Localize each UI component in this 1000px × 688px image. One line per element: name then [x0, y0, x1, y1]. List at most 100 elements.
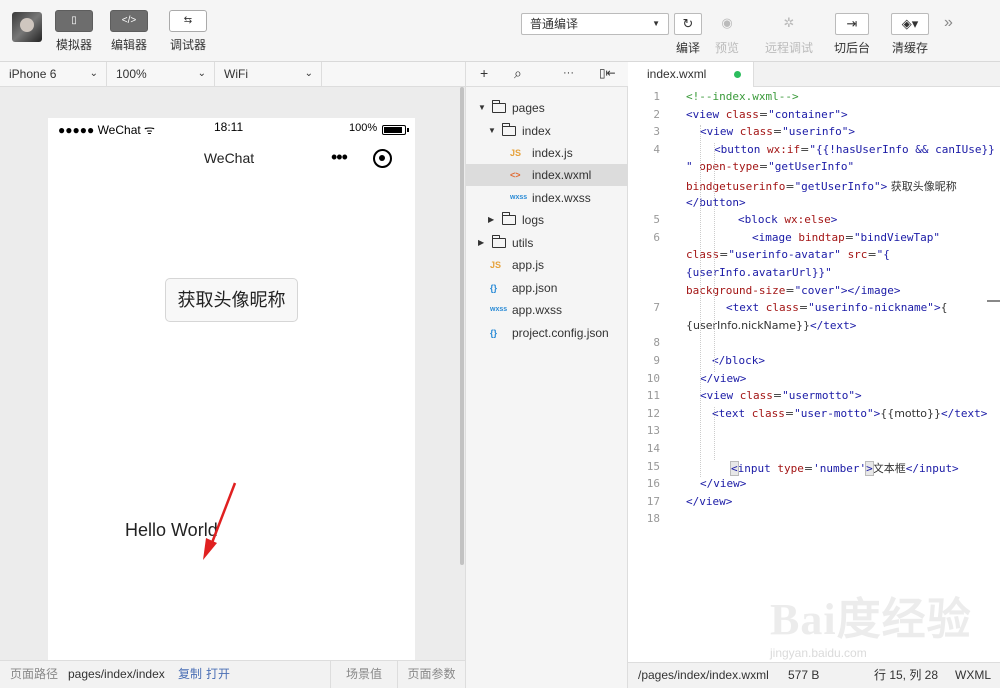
folder-item[interactable]: ▶ logs — [466, 209, 628, 231]
compile-mode-select[interactable]: 普通编译 ▼ — [521, 13, 669, 35]
preview-button[interactable]: ◉ 预览 — [710, 13, 744, 56]
chevron-down-icon[interactable]: ▼ — [478, 97, 486, 119]
battery-percent: 100% — [349, 122, 378, 134]
refresh-icon: ↻ — [674, 13, 702, 35]
line-number: 5 — [653, 213, 660, 227]
line-number: 4 — [653, 142, 660, 156]
add-file-icon[interactable]: + — [480, 65, 488, 81]
folder-item[interactable]: ▼ pages — [466, 97, 628, 119]
more-icon[interactable]: ··· — [563, 67, 574, 79]
layers-icon: ◈▾ — [891, 13, 929, 35]
simulator-scrollbar[interactable] — [460, 87, 464, 565]
simulator-toggle-button[interactable]: ▯ 模拟器 — [49, 10, 99, 53]
code-line: {userInfo.avatarUrl}}" — [686, 266, 832, 279]
file-tree: ▼ pages ▼ index JS index.js <> index.wxml wxss in… — [465, 87, 628, 688]
js-file-icon: JS — [510, 148, 522, 158]
code-line: </button> — [686, 195, 746, 209]
switch-background-button[interactable]: ⇥ 切后台 — [832, 13, 872, 56]
file-item[interactable]: {} app.json — [466, 277, 628, 299]
zoom-select[interactable]: 100% ⌄ — [107, 62, 215, 86]
nav-title: WeChat — [203, 150, 255, 166]
simulator-label: 模拟器 — [55, 38, 92, 52]
editor-toggle-button[interactable]: </> 编辑器 — [104, 10, 154, 53]
folder-name: utils — [512, 236, 534, 250]
chevron-right-icon[interactable]: ▶ — [488, 209, 494, 231]
file-name: app.js — [512, 258, 545, 272]
debugger-toggle-button[interactable]: ⇆ 调试器 — [163, 10, 213, 53]
eye-icon: ◉ — [721, 15, 733, 30]
code-line: <view class="usermotto"> — [700, 389, 862, 403]
line-number: 2 — [653, 107, 660, 121]
code-line: {userInfo.nickName}}</text> — [686, 318, 857, 332]
code-line: </view> — [700, 477, 747, 491]
chevron-down-icon: ▼ — [652, 19, 660, 28]
file-item[interactable]: <> index.wxml — [466, 164, 628, 186]
get-userinfo-button[interactable]: 获取头像昵称 — [165, 278, 298, 322]
compile-label: 编译 — [675, 41, 700, 55]
cursor-position[interactable]: 行 15, 列 28 — [874, 663, 938, 688]
clear-cache-label: 清缓存 — [891, 41, 928, 55]
scene-value-tab[interactable]: 场景值 — [330, 661, 397, 688]
line-number: 10 — [646, 371, 660, 385]
code-icon: </> — [110, 10, 148, 32]
close-capsule-icon[interactable] — [373, 149, 392, 168]
code-line: class="userinfo-avatar" src="{ — [686, 248, 890, 262]
unsaved-dot-icon — [734, 71, 741, 78]
language-mode[interactable]: WXML — [955, 663, 991, 688]
folder-item[interactable]: ▼ index — [466, 120, 628, 142]
indent-guide — [714, 406, 715, 460]
network-value: WiFi — [224, 67, 248, 81]
file-item[interactable]: {} project.config.json — [466, 322, 628, 344]
code-line: " open-type="getUserInfo" — [686, 160, 855, 174]
file-item[interactable]: wxss index.wxss — [466, 187, 628, 209]
chevron-down-icon[interactable]: ▼ — [488, 120, 496, 142]
menu-dots-icon[interactable]: ••• — [331, 148, 348, 166]
network-select[interactable]: WiFi ⌄ — [215, 62, 322, 86]
wxss-file-icon: wxss — [490, 306, 508, 313]
remote-debug-button[interactable]: ✲ 远程调试 — [763, 13, 815, 56]
folder-icon — [501, 212, 516, 225]
code-line: <input type='number'>文本框</input> — [730, 460, 959, 476]
battery-icon — [382, 125, 409, 135]
compile-mode-value: 普通编译 — [530, 17, 579, 31]
device-select[interactable]: iPhone 6 ⌄ — [0, 62, 107, 86]
red-arrow-annotation — [203, 482, 237, 560]
preview-label: 预览 — [714, 41, 739, 55]
open-path-link[interactable]: 打开 — [206, 661, 230, 688]
line-number: 6 — [653, 230, 660, 244]
file-item[interactable]: JS app.js — [466, 254, 628, 276]
phone-screen: ●●●●● WeChat ᯤ 18:11 100% WeChat ••• 获取头… — [48, 118, 415, 660]
zoom-value: 100% — [116, 67, 147, 81]
search-icon[interactable]: ⌕ — [514, 65, 522, 82]
line-number: 18 — [646, 512, 660, 526]
copy-path-link[interactable]: 复制 — [178, 661, 202, 688]
more-icon[interactable]: » — [944, 14, 953, 32]
code-line: </block> — [712, 354, 765, 367]
code-line: <view class="userinfo"> — [700, 125, 855, 139]
indent-guide — [714, 142, 715, 372]
json-file-icon: {} — [490, 328, 498, 338]
folder-icon — [501, 123, 516, 136]
file-item[interactable]: wxss app.wxss — [466, 299, 628, 321]
line-number: 9 — [653, 354, 660, 367]
chevron-right-icon[interactable]: ▶ — [478, 232, 484, 254]
compile-button[interactable]: ↻ 编译 — [674, 13, 702, 56]
code-line: background-size="cover"></image> — [686, 283, 901, 297]
chevron-down-icon: ⌄ — [89, 68, 98, 79]
clear-cache-button[interactable]: ◈▾ 清缓存 — [890, 13, 930, 56]
editor-label: 编辑器 — [110, 38, 147, 52]
code-line: <text class="user-motto">{{motto}}</text… — [712, 406, 988, 420]
line-number: 3 — [653, 125, 660, 139]
file-path: /pages/index/index.wxml — [638, 668, 769, 682]
code-line: bindgetuserinfo="getUserInfo"> 获取头像昵称 — [686, 180, 957, 193]
folder-item[interactable]: ▶ utils — [466, 232, 628, 254]
collapse-icon[interactable]: ▯⇤ — [599, 66, 616, 80]
user-avatar[interactable] — [12, 12, 42, 42]
code-line: <block wx:else> — [738, 213, 838, 227]
code-editor[interactable]: 1 2 3 4 5 6 7 8 9 10 11 12 13 14 15 16 17 18 <!--index.wxm… — [628, 87, 1000, 662]
file-item[interactable]: JS index.js — [466, 142, 628, 164]
simulator-status-bar: 页面路径 pages/index/index 复制 打开 场景值 页面参数 — [0, 660, 465, 688]
tab-index-wxml[interactable]: index.wxml — [628, 62, 754, 87]
page-params-tab[interactable]: 页面参数 — [397, 661, 465, 688]
device-value: iPhone 6 — [9, 67, 57, 81]
